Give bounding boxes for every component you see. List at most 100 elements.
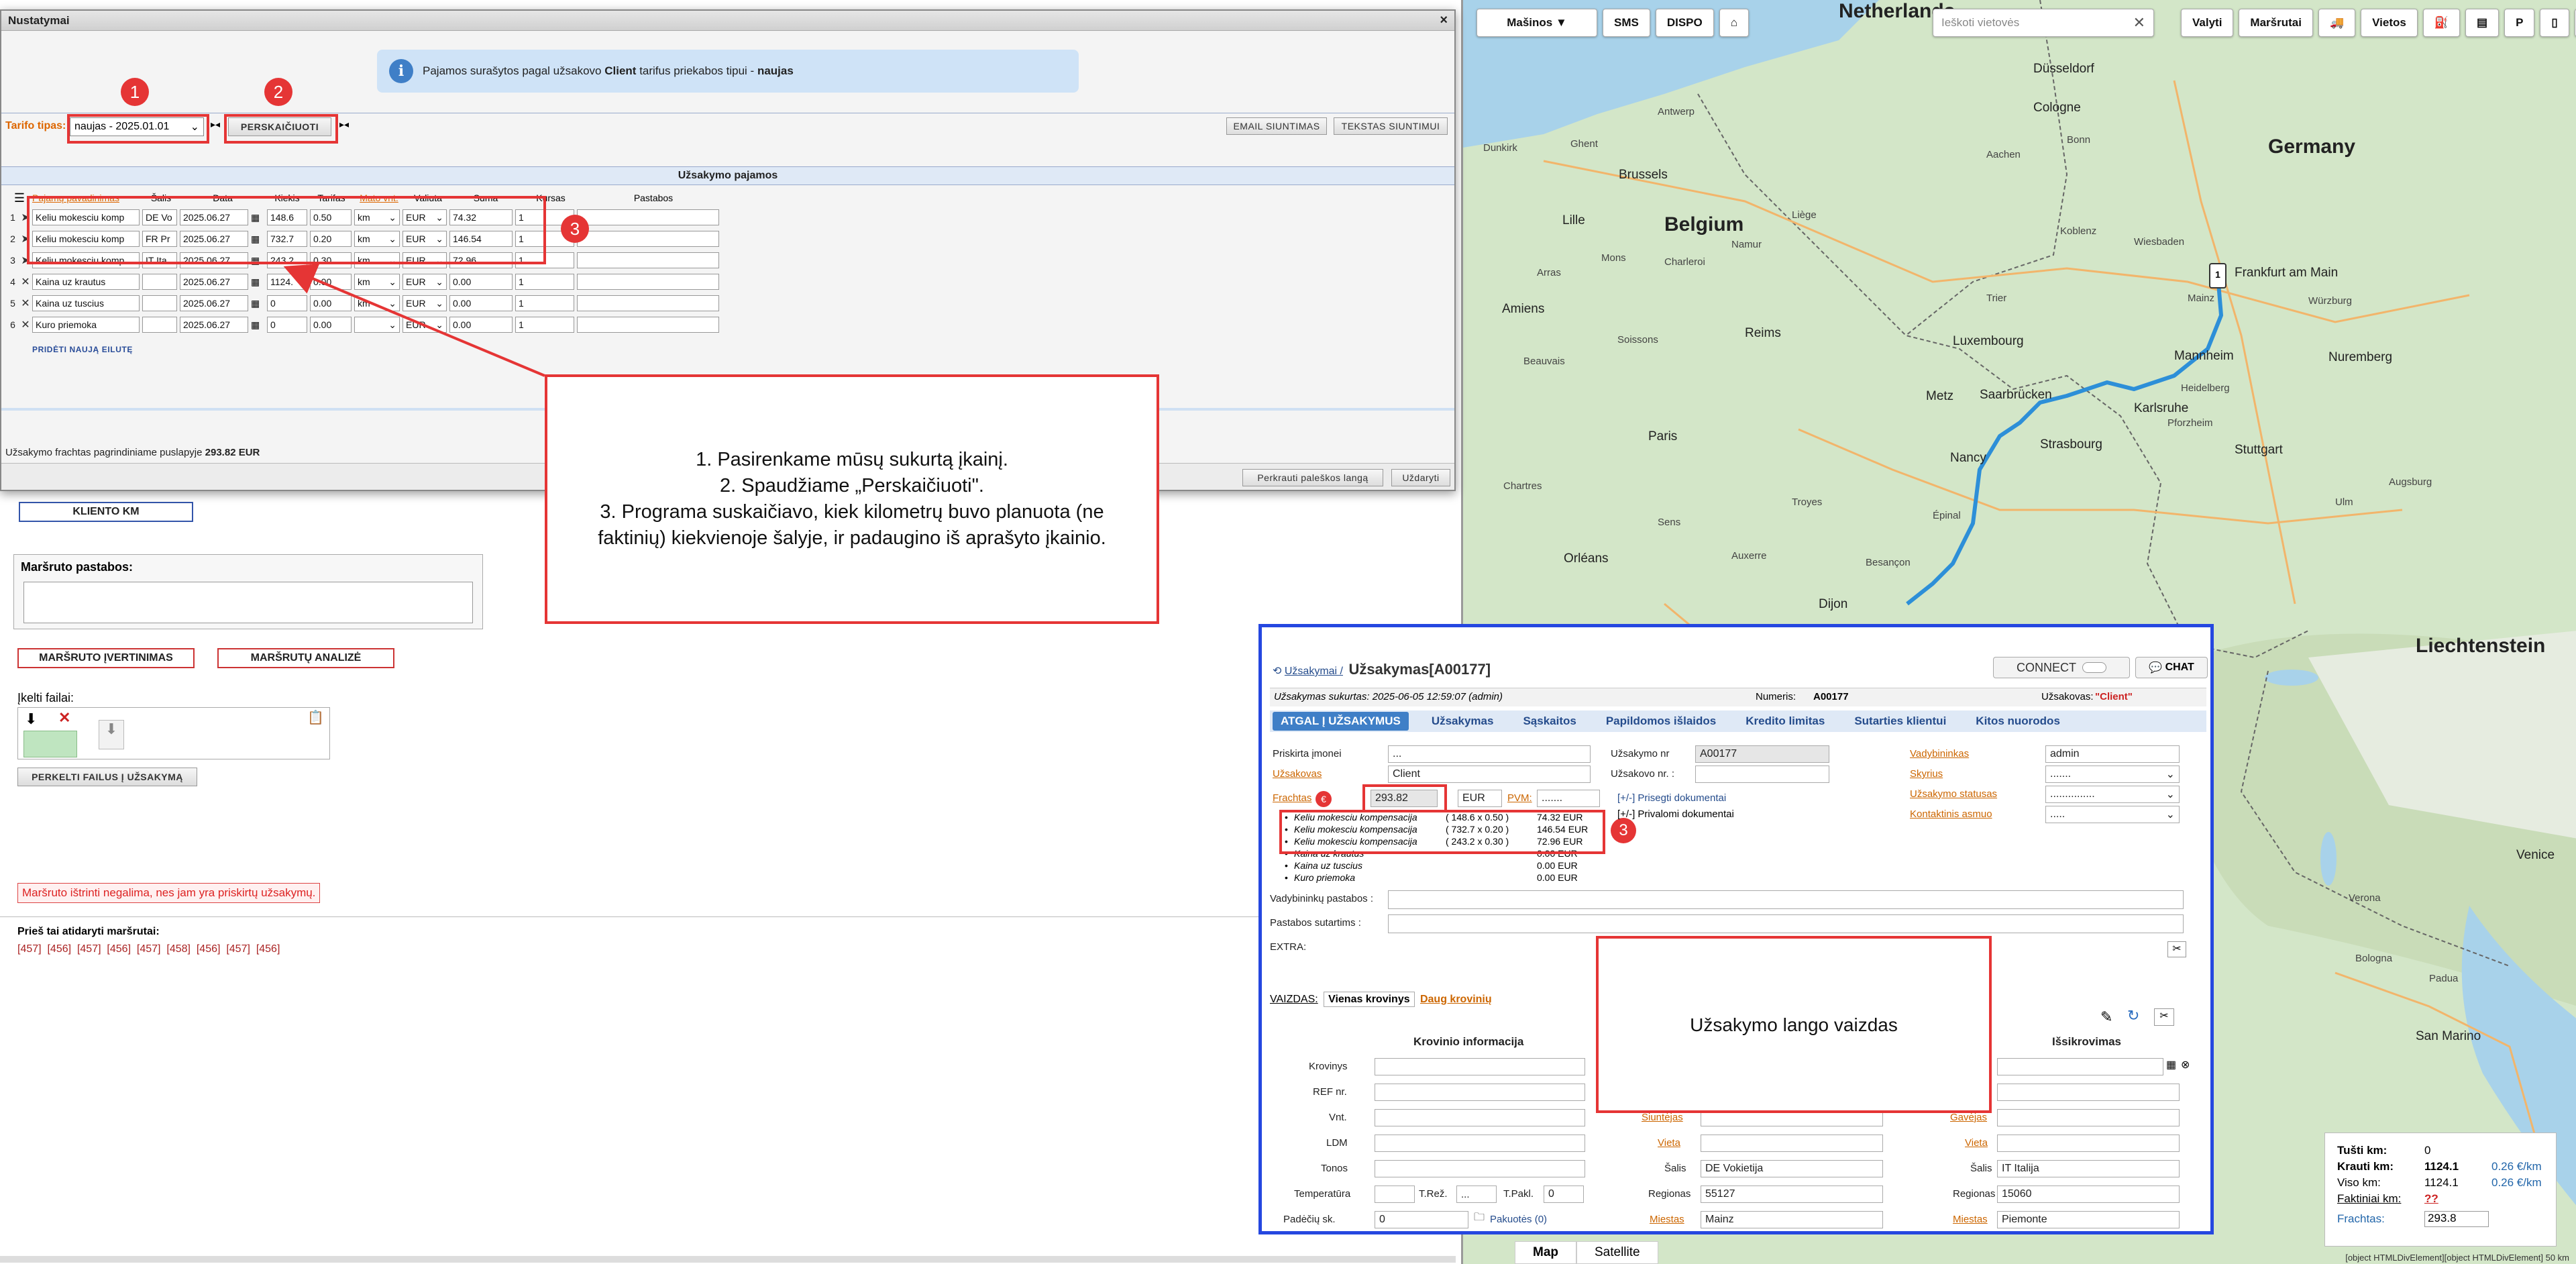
chat-button[interactable]: 💬 CHAT (2135, 657, 2208, 678)
temp-tolerance-label: T.Pakl. (1503, 1188, 1534, 1200)
tab-credit-limit[interactable]: Kredito limitas (1731, 715, 1839, 728)
tons-field[interactable] (1375, 1160, 1585, 1177)
manager-notes-field[interactable] (1388, 890, 2184, 909)
chevron-down-icon: ⌄ (2165, 809, 2175, 821)
package-icon[interactable]: 🗀 (1474, 1210, 1485, 1228)
cargo-label: Krovinys (1309, 1061, 1348, 1072)
unloading-region-value: 15060 (2002, 1188, 2032, 1200)
tab-order[interactable]: Užsakymas (1417, 715, 1509, 728)
vat-label: PVM: (1507, 792, 1532, 804)
tools-icon[interactable]: ✂ (2167, 941, 2186, 957)
order-number-field: A00177 (1695, 745, 1829, 763)
loading-region-value: 55127 (1705, 1188, 1735, 1200)
cargo-field[interactable] (1375, 1058, 1585, 1075)
contact-value: ..... (2050, 808, 2065, 820)
client-number-field[interactable] (1695, 766, 1829, 783)
paint-icon[interactable]: ✎ (2100, 1008, 2112, 1026)
contact-label: Kontaktinis asmuo (1910, 808, 1992, 820)
breakdown-item: • Kuro priemoka 0.00 EUR (1285, 872, 1611, 884)
tools-icon[interactable]: ✂ (2154, 1008, 2174, 1026)
loading-place-field[interactable] (1701, 1135, 1883, 1152)
unloading-country-value: IT Italija (2002, 1163, 2039, 1174)
vat-value: ....... (1542, 792, 1563, 804)
department-select[interactable]: ....... ⌄ (2045, 766, 2180, 783)
tab-extra-costs[interactable]: Papildomos išlaidos (1591, 715, 1731, 728)
attached-docs-link[interactable]: [+/-] Prisegti dokumentai (1617, 792, 1726, 804)
ldm-field[interactable] (1375, 1135, 1585, 1152)
tab-contracts[interactable]: Sutarties klientui (1839, 715, 1961, 728)
loading-city-field[interactable]: Mainz (1701, 1211, 1883, 1228)
number-value: A00177 (1813, 691, 1849, 702)
bullet-icon: • (1285, 872, 1288, 883)
unload-ref-field[interactable] (1997, 1084, 2180, 1101)
instruction-line-2: 2. Spaudžiame „Perskaičiuoti". (720, 475, 984, 496)
unloading-country-label: Šalis (1970, 1163, 1992, 1174)
unloading-region-field[interactable]: 15060 (1997, 1186, 2180, 1203)
unloading-city-value: Piemonte (2002, 1214, 2047, 1225)
manager-field[interactable]: admin (2045, 745, 2180, 763)
currency-value: EUR (1462, 792, 1485, 804)
pallets-field[interactable]: 0 (1375, 1211, 1468, 1228)
annotation-badge-3b: 3 (1611, 818, 1636, 843)
temperature-field[interactable] (1375, 1186, 1415, 1203)
currency-select[interactable]: EUR (1458, 790, 1502, 807)
sender-label: Siuntėjas (1642, 1112, 1683, 1123)
breadcrumb-orders[interactable]: Užsakymai / (1285, 666, 1343, 677)
unload-company-field[interactable] (1997, 1058, 2163, 1075)
unloading-city-field[interactable]: Piemonte (1997, 1211, 2180, 1228)
breakdown-sum: 0.00 EUR (1537, 872, 1578, 883)
pallets-label: Padėčių sk. (1283, 1214, 1336, 1225)
instruction-line-3: 3. Programa suskaičiavo, kiek kilometrų … (600, 501, 1104, 523)
chat-icon: 💬 (2149, 662, 2163, 674)
view-single-button[interactable]: Vienas krovinys (1324, 992, 1415, 1007)
ref-field[interactable] (1375, 1084, 1585, 1101)
back-arrow-icon[interactable]: ⟲ (1273, 666, 1285, 677)
tab-other-links[interactable]: Kitos nuorodos (1961, 715, 2075, 728)
status-value: ............... (2050, 788, 2095, 800)
back-to-orders-button[interactable]: ATGAL Į UŽSAKYMUS (1273, 712, 1409, 731)
client-field[interactable]: Client (1388, 766, 1591, 783)
tab-invoices[interactable]: Sąskaitos (1508, 715, 1591, 728)
status-select[interactable]: ............... ⌄ (2045, 786, 2180, 803)
unloading-place-field[interactable] (1997, 1135, 2180, 1152)
cargo-info-title: Krovinio informacija (1413, 1035, 1524, 1048)
vat-select[interactable]: ....... (1537, 790, 1600, 807)
unloading-city-label: Miestas (1953, 1214, 1988, 1225)
assigned-select[interactable]: ... (1388, 745, 1591, 763)
close-icon[interactable]: ⊗ (2181, 1058, 2190, 1071)
view-switch: VAIZDAS: Vienas krovinys Daug krovinių (1270, 992, 1492, 1007)
connect-label: CONNECT (2017, 660, 2077, 674)
contact-select[interactable]: ..... ⌄ (2045, 806, 2180, 823)
view-multi-button[interactable]: Daug krovinių (1420, 994, 1492, 1005)
temp-mode-select[interactable]: ... (1456, 1186, 1497, 1203)
receiver-field[interactable] (1997, 1109, 2180, 1126)
breakdown-sum: 0.00 EUR (1537, 860, 1578, 871)
calendar-icon[interactable]: ▦ (2166, 1058, 2176, 1071)
loading-city-value: Mainz (1705, 1214, 1734, 1225)
loading-country-value: DE Vokietija (1705, 1163, 1764, 1174)
connect-switch[interactable] (2082, 662, 2106, 673)
units-label: Vnt. (1329, 1112, 1347, 1123)
connect-toggle[interactable]: CONNECT (1993, 657, 2130, 678)
instruction-line-1: 1. Pasirenkame mūsų sukurtą įkainį. (696, 449, 1008, 470)
department-value: ....... (2050, 768, 2072, 780)
breakdown-calc (1446, 872, 1537, 884)
loading-region-field[interactable]: 55127 (1701, 1186, 1883, 1203)
loading-city-label: Miestas (1650, 1214, 1684, 1225)
refresh-icon[interactable]: ↻ (2127, 1007, 2139, 1024)
loading-country-field[interactable]: DE Vokietija (1701, 1160, 1883, 1177)
packages-link[interactable]: Pakuotės (0) (1490, 1214, 1547, 1225)
breakdown-calc (1446, 859, 1537, 872)
client-label: Užsakovas: (2041, 691, 2094, 702)
status-label: Užsakymo statusas (1910, 788, 1998, 800)
contract-notes-field[interactable] (1388, 914, 2184, 933)
temp-tolerance-field[interactable]: 0 (1544, 1186, 1584, 1203)
temp-tolerance-value: 0 (1548, 1188, 1554, 1200)
assigned-label: Priskirta įmonei (1273, 748, 1342, 759)
units-field[interactable] (1375, 1109, 1585, 1126)
unloading-country-field[interactable]: IT Italija (1997, 1160, 2180, 1177)
required-docs-link[interactable]: [+/-] Privalomi dokumentai (1617, 808, 1734, 820)
loading-region-label: Regionas (1648, 1188, 1691, 1200)
instructions-callout: 1. Pasirenkame mūsų sukurtą įkainį. 2. S… (545, 374, 1159, 624)
unloading-place-label: Vieta (1965, 1137, 1988, 1149)
